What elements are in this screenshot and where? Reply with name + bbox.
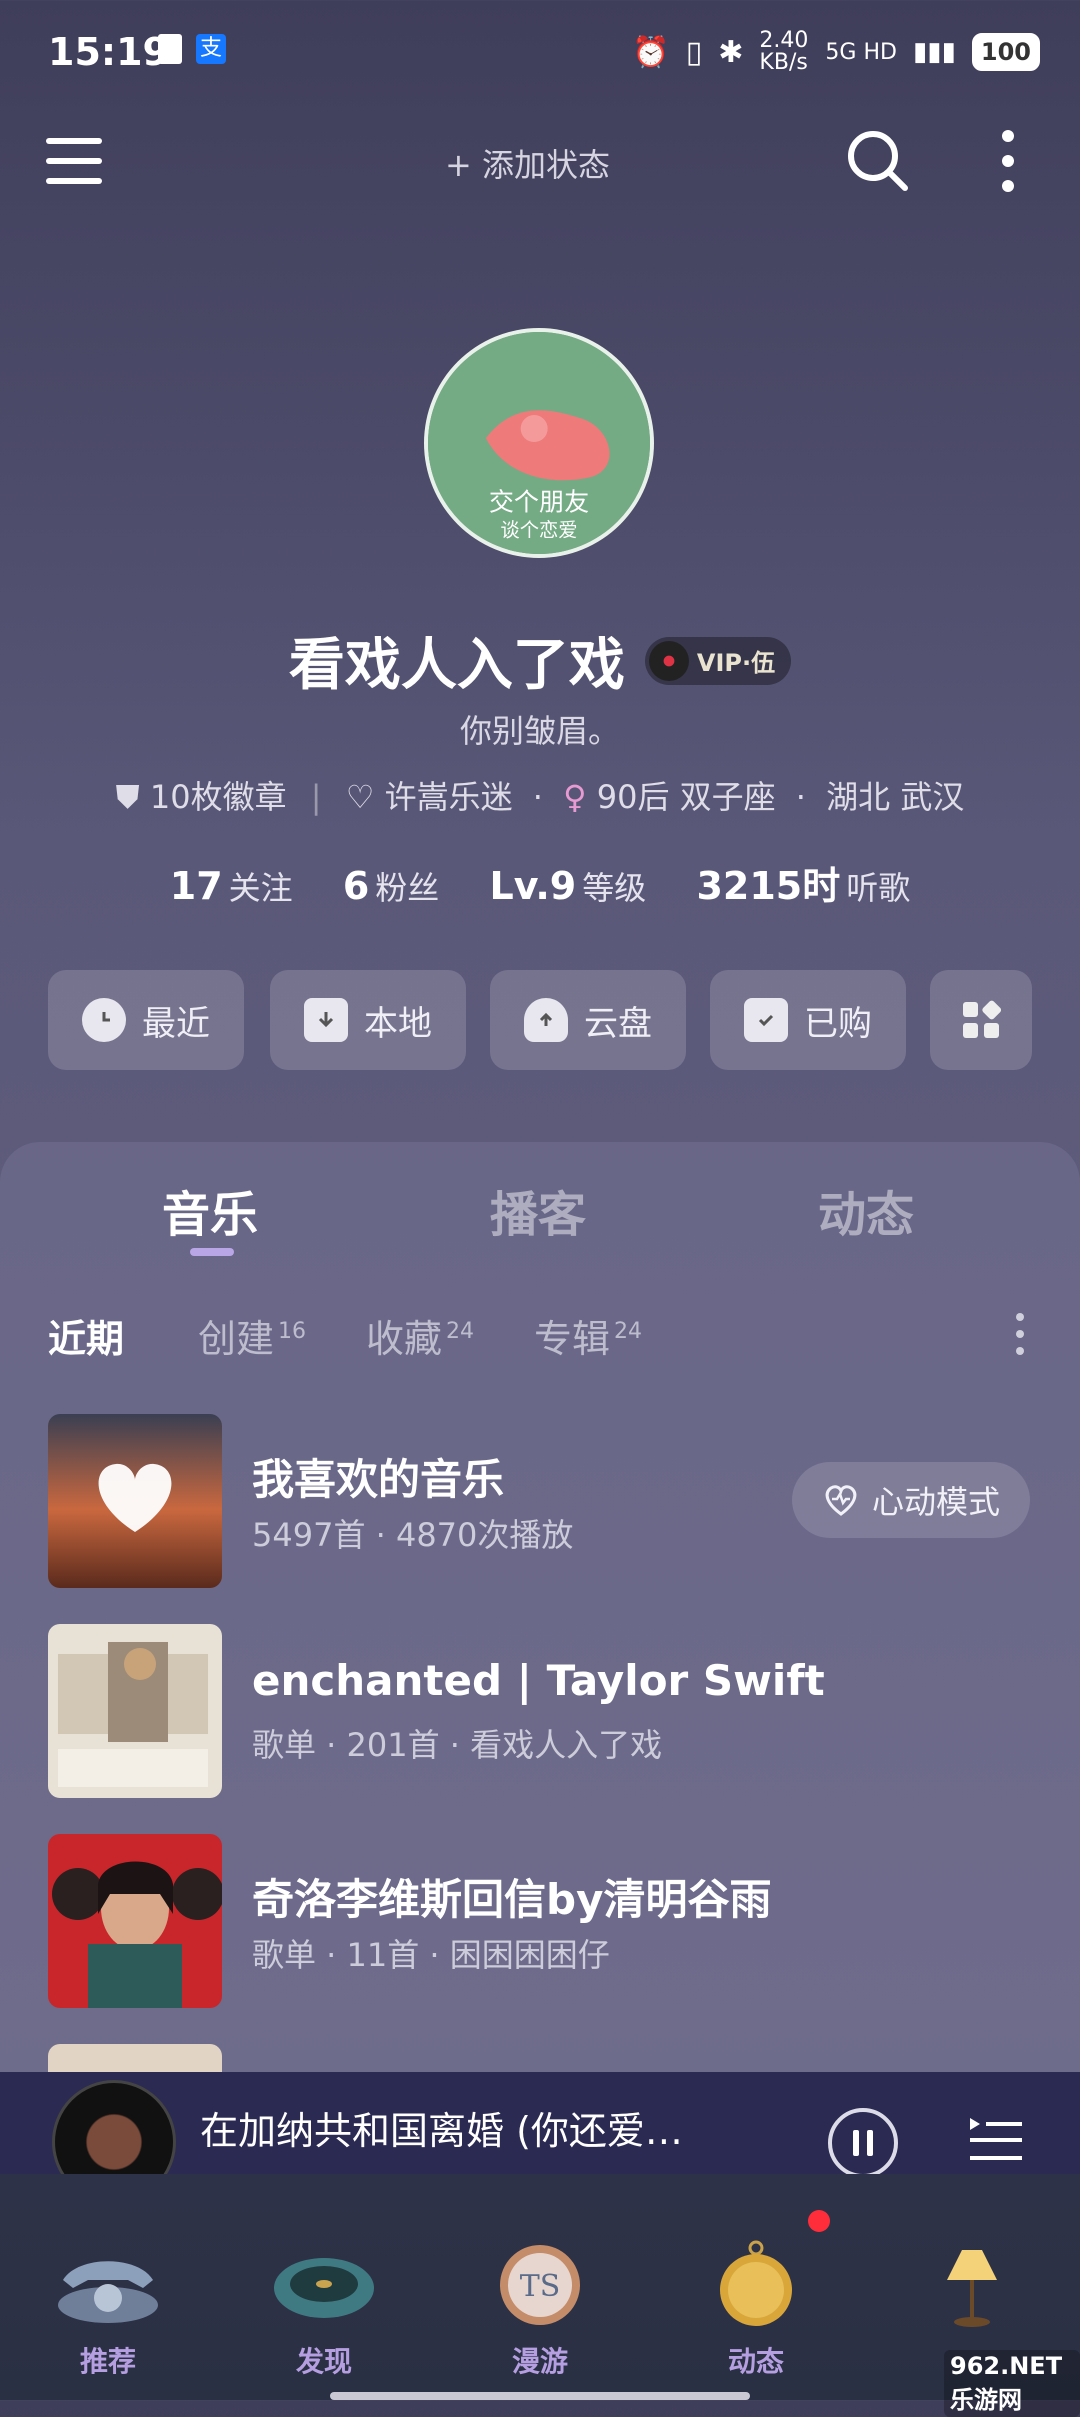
local-button[interactable]: 本地 <box>270 970 466 1070</box>
ts-disc-icon: TS <box>500 2245 580 2325</box>
subtab-more-icon[interactable] <box>1016 1312 1024 1356</box>
playlist-title[interactable]: 奇洛李维斯回信by清明谷雨 <box>252 1866 771 1927</box>
nav-moments[interactable]: 动态 <box>666 2240 846 2380</box>
more-apps-button[interactable] <box>930 970 1032 1070</box>
cloud-disk-button[interactable]: 云盘 <box>490 970 686 1070</box>
vip-label: VIP·伍 <box>696 649 776 677</box>
vinyl-icon <box>648 640 689 681</box>
nav-roam[interactable]: TS 漫游 <box>450 2240 630 2380</box>
gender-icon: ♀ <box>563 778 587 816</box>
status-bar: 15:19 支 ⏰ ▯ ✱ 2.40 KB/s 5G HD ▮▮▮ 100 <box>0 0 1080 100</box>
nav-recommend[interactable]: 推荐 <box>18 2240 198 2380</box>
tab-indicator <box>190 1248 234 1256</box>
playlist-title[interactable]: enchanted | Taylor Swift <box>252 1656 825 1705</box>
alarm-icon: ⏰ <box>632 34 670 70</box>
vibrate-icon: ▯ <box>685 34 703 70</box>
level-stat[interactable]: Lv.9 等级 <box>489 864 646 908</box>
subtab-recent[interactable]: 近期 <box>48 1308 124 1363</box>
record-player-icon <box>274 2258 374 2318</box>
status-time: 15:19 <box>48 30 169 74</box>
pause-button[interactable] <box>828 2108 898 2178</box>
add-status-button[interactable]: + 添加状态 <box>445 140 610 186</box>
search-icon[interactable] <box>845 128 909 192</box>
nav-moments-label: 动态 <box>727 2345 784 2378</box>
download-box-icon <box>304 998 348 1042</box>
profile-stats: 17 关注 6 粉丝 Lv.9 等级 3215时 听歌 <box>0 855 1080 910</box>
pause-icon <box>853 2130 873 2156</box>
now-playing-title[interactable]: 在加纳共和国离婚 (你还爱… <box>200 2100 683 2155</box>
menu-icon[interactable] <box>46 134 104 186</box>
home-indicator[interactable] <box>330 2392 750 2400</box>
subtab-favorites[interactable]: 收藏 24 <box>366 1308 474 1363</box>
network-type: 5G HD <box>825 39 897 65</box>
lamp-icon <box>947 2250 997 2327</box>
fan-of[interactable]: 许嵩乐迷 <box>385 778 513 816</box>
username: 看戏人入了戏 <box>288 633 625 698</box>
tab-podcast[interactable]: 播客 <box>490 1175 586 1245</box>
pocket-watch-icon <box>720 2240 792 2326</box>
badges-link[interactable]: 10枚徽章 <box>150 778 287 816</box>
bluetooth-icon: ✱ <box>718 34 744 70</box>
heart-pulse-icon <box>825 1485 857 1516</box>
fans-stat[interactable]: 6 粉丝 <box>343 864 439 908</box>
cloud-upload-icon <box>524 998 568 1042</box>
status-icons: ⏰ ▯ ✱ 2.40 KB/s 5G HD ▮▮▮ 100 <box>632 30 1040 74</box>
local-label: 本地 <box>364 1003 432 1044</box>
dot-separator: · <box>532 778 543 816</box>
more-vertical-icon[interactable] <box>1000 128 1016 194</box>
listen-hours-stat[interactable]: 3215时 听歌 <box>696 864 910 908</box>
svg-text:TS: TS <box>520 2269 561 2304</box>
telephone-icon <box>58 2261 158 2323</box>
vip-badge[interactable]: VIP·伍 <box>644 636 792 685</box>
heart-wings-icon: ♡ <box>345 778 375 816</box>
playlist-cover[interactable] <box>48 1414 222 1588</box>
signal-icon: ▮▮▮ <box>912 37 956 67</box>
playlist-subtitle: 歌单 · 11首 · 困困困困仔 <box>252 1936 610 1974</box>
clock-icon <box>82 998 126 1042</box>
tab-moments[interactable]: 动态 <box>818 1175 914 1245</box>
avatar-text-2: 谈个恋爱 <box>500 519 577 542</box>
profile-tags: ⛊ 10枚徽章 | ♡ 许嵩乐迷 · ♀ 90后 双子座 · 湖北 武汉 <box>0 772 1080 818</box>
heart-mode-label: 心动模式 <box>871 1483 1000 1521</box>
location: 湖北 武汉 <box>826 778 965 816</box>
recent-button[interactable]: 最近 <box>48 970 244 1070</box>
username-row: 看戏人入了戏 VIP·伍 <box>0 620 1080 701</box>
heart-mode-button[interactable]: 心动模式 <box>792 1462 1030 1538</box>
avatar[interactable]: 交个朋友 谈个恋爱 <box>424 328 654 558</box>
follow-stat[interactable]: 17 关注 <box>170 864 293 908</box>
shopping-bag-icon <box>744 998 788 1042</box>
clipboard-icon <box>158 34 182 64</box>
battery-indicator: 100 <box>971 33 1040 71</box>
playlist-subtitle: 歌单 · 201首 · 看戏人入了戏 <box>252 1726 663 1764</box>
network-speed: 2.40 KB/s <box>759 28 809 75</box>
watermark: 962.NET 乐游网 <box>944 2350 1080 2417</box>
nav-discover-label: 发现 <box>295 2345 352 2378</box>
nav-recommend-label: 推荐 <box>79 2345 136 2378</box>
subtab-created[interactable]: 创建 16 <box>198 1308 306 1363</box>
playlist-cover[interactable] <box>48 1834 222 2008</box>
tab-music[interactable]: 音乐 <box>162 1175 258 1245</box>
playlist-cover[interactable] <box>48 2044 222 2074</box>
playlist-subtitle: 5497首 · 4870次播放 <box>252 1516 574 1554</box>
playlist-cover[interactable] <box>48 1624 222 1798</box>
nav-discover[interactable]: 发现 <box>234 2240 414 2380</box>
age-sign: 90后 双子座 <box>596 778 776 816</box>
playlist-queue-icon[interactable] <box>968 2114 1024 2164</box>
playlist-title[interactable]: 我喜欢的音乐 <box>252 1446 504 1507</box>
divider: | <box>310 778 322 816</box>
notification-dot <box>808 2210 830 2232</box>
cloud-disk-label: 云盘 <box>584 1003 652 1044</box>
purchased-button[interactable]: 已购 <box>710 970 906 1070</box>
alipay-icon: 支 <box>196 34 226 64</box>
grid-icon <box>963 1000 1001 1038</box>
purchased-label: 已购 <box>804 1003 872 1044</box>
avatar-text-1: 交个朋友 <box>489 488 589 517</box>
recent-label: 最近 <box>142 1003 210 1044</box>
avatar-image: 交个朋友 谈个恋爱 <box>428 332 650 554</box>
bio: 你别皱眉。 <box>459 712 620 750</box>
dot-separator: · <box>795 778 806 816</box>
badge-icon: ⛊ <box>115 778 140 816</box>
subtab-albums[interactable]: 专辑 24 <box>534 1308 642 1363</box>
nav-roam-label: 漫游 <box>511 2345 568 2378</box>
